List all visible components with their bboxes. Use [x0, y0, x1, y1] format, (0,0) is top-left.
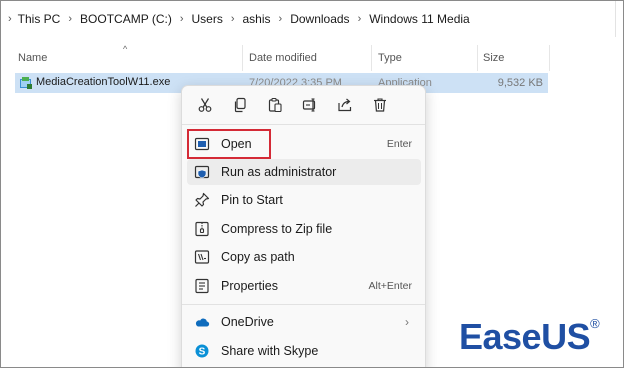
breadcrumb-ashis[interactable]: ashis — [243, 12, 271, 26]
menu-separator — [182, 304, 425, 305]
menu-item-compress-to-zip[interactable]: Compress to Zip file — [187, 216, 421, 242]
breadcrumb-windows-11-media[interactable]: Windows 11 Media — [369, 12, 470, 26]
cut-button[interactable] — [193, 93, 217, 117]
logo-text-us: US — [541, 316, 591, 357]
file-size: 9,532 KB — [497, 77, 543, 89]
menu-item-label: Compress to Zip file — [221, 222, 333, 236]
application-file-icon — [19, 76, 33, 90]
column-headers: Name ^ Date modified Type Size — [1, 44, 623, 71]
logo-text-ease: Ease — [459, 316, 542, 357]
menu-item-label: Copy as path — [221, 250, 295, 264]
menu-item-pin-to-start[interactable]: Pin to Start — [187, 187, 421, 213]
chevron-right-icon: › — [68, 13, 73, 25]
delete-icon — [374, 98, 386, 112]
svg-text:S: S — [199, 347, 206, 358]
copy-button[interactable] — [228, 93, 252, 117]
open-window-icon — [193, 135, 211, 153]
chevron-right-icon: › — [230, 13, 235, 25]
menu-item-properties[interactable]: Properties Alt+Enter — [187, 273, 421, 299]
submenu-arrow-icon: › — [405, 315, 409, 329]
delete-button[interactable] — [368, 93, 392, 117]
zip-file-icon — [193, 220, 211, 238]
admin-shield-icon — [193, 163, 211, 181]
skype-icon: S — [193, 342, 211, 360]
column-header-size[interactable]: Size — [483, 52, 504, 64]
copy-icon — [234, 97, 246, 113]
column-header-type[interactable]: Type — [378, 52, 402, 64]
column-header-name[interactable]: Name — [18, 52, 47, 64]
address-bar-edge — [615, 1, 623, 37]
breadcrumb: › This PC › BOOTCAMP (C:) › Users › ashi… — [1, 1, 623, 37]
explorer-window: › This PC › BOOTCAMP (C:) › Users › ashi… — [0, 0, 624, 368]
menu-item-label: Open — [221, 137, 252, 151]
context-menu-toolbar — [182, 86, 425, 124]
breadcrumb-this-pc[interactable]: This PC — [18, 12, 61, 26]
share-button[interactable] — [333, 93, 357, 117]
breadcrumb-downloads[interactable]: Downloads — [290, 12, 349, 26]
rename-button[interactable] — [298, 93, 322, 117]
breadcrumb-bootcamp[interactable]: BOOTCAMP (C:) — [80, 12, 172, 26]
menu-item-label: Share with Skype — [221, 344, 319, 358]
rename-icon — [302, 98, 316, 112]
column-header-date-modified[interactable]: Date modified — [249, 52, 317, 64]
column-divider[interactable] — [477, 45, 478, 71]
menu-item-label: Pin to Start — [221, 193, 283, 207]
chevron-right-icon: › — [8, 13, 12, 25]
menu-item-label: OneDrive — [221, 315, 274, 329]
menu-item-copy-as-path[interactable]: Copy as path — [187, 244, 421, 270]
properties-icon — [193, 277, 211, 295]
menu-item-open[interactable]: Open Enter — [187, 129, 421, 159]
column-divider[interactable] — [242, 45, 243, 71]
column-divider[interactable] — [549, 45, 550, 71]
chevron-right-icon: › — [179, 13, 184, 25]
file-name: MediaCreationToolW11.exe — [36, 76, 171, 88]
menu-item-onedrive[interactable]: OneDrive › — [187, 309, 421, 335]
menu-item-share-with-skype[interactable]: S Share with Skype — [187, 338, 421, 364]
sort-ascending-icon: ^ — [123, 44, 128, 54]
menu-separator — [182, 124, 425, 125]
copy-path-icon — [193, 248, 211, 266]
logo-registered-mark: ® — [590, 316, 600, 331]
menu-item-shortcut: Enter — [386, 138, 412, 150]
pin-icon — [193, 191, 211, 209]
breadcrumb-users[interactable]: Users — [191, 12, 222, 26]
easeus-logo: EaseUS® — [459, 312, 600, 357]
chevron-right-icon: › — [278, 13, 283, 25]
cut-icon — [198, 98, 212, 112]
onedrive-cloud-icon — [193, 313, 211, 331]
share-icon — [338, 98, 352, 112]
menu-item-label: Run as administrator — [221, 165, 337, 179]
menu-item-run-as-administrator[interactable]: Run as administrator — [187, 159, 421, 185]
column-divider[interactable] — [371, 45, 372, 71]
menu-item-label: Properties — [221, 279, 278, 293]
menu-item-shortcut: Alt+Enter — [368, 280, 412, 292]
paste-button[interactable] — [263, 93, 287, 117]
paste-icon — [268, 97, 282, 113]
chevron-right-icon: › — [357, 13, 362, 25]
context-menu: Open Enter Run as administrator Pin to S… — [181, 85, 426, 367]
